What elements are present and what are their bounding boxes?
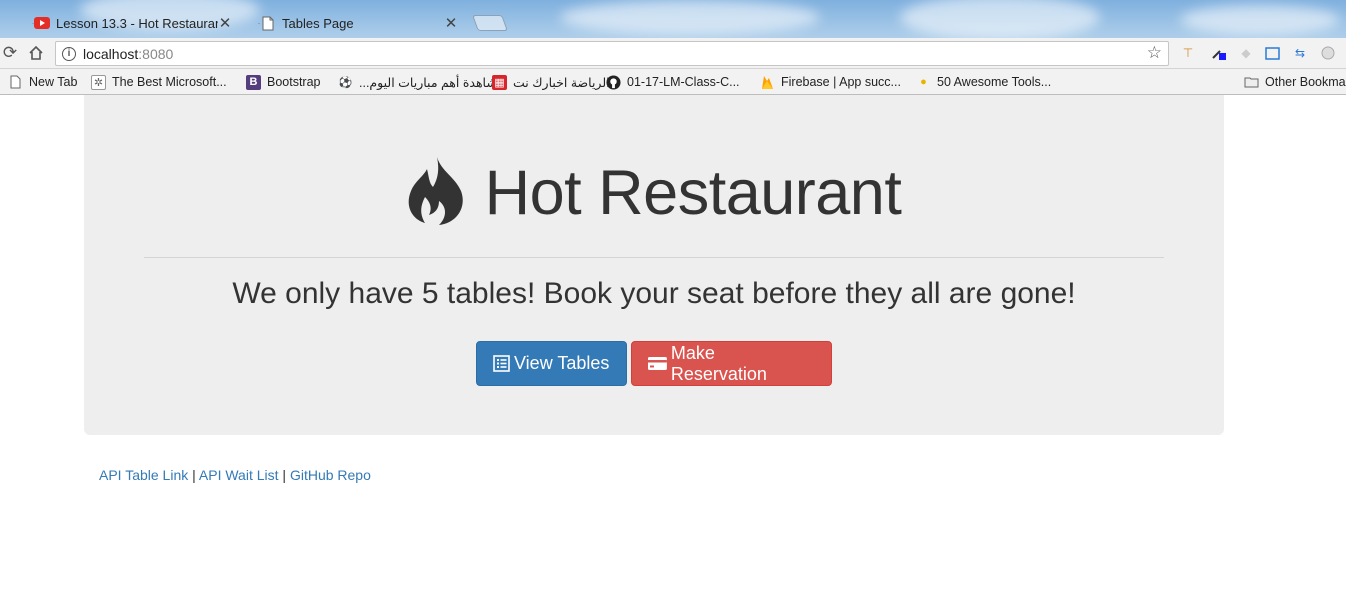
tab-tables-page[interactable]: Tables Page ✕ [238,8,468,38]
bookmark-label: 50 Awesome Tools... [937,75,1052,89]
divider [144,257,1164,258]
youtube-icon [34,15,50,31]
reload-icon[interactable]: ⟳ [0,43,20,63]
make-reservation-button[interactable]: Make Reservation [631,341,832,386]
extension-icon[interactable]: ◆ [1238,45,1254,61]
separator: | [282,467,287,483]
bookmark-label: 01-17-LM-Class-C... [627,75,740,89]
url-port: :8080 [138,45,174,62]
action-buttons: View Tables Make Reservation [476,341,832,386]
address-bar[interactable]: i localhost:8080 ☆ [55,41,1169,66]
api-table-link[interactable]: API Table Link [99,467,188,483]
bookmark-label: New Tab [29,75,78,89]
list-alt-icon [493,355,510,372]
document-icon [8,75,23,90]
view-tables-button[interactable]: View Tables [476,341,627,386]
close-icon[interactable]: ✕ [218,14,232,32]
bookmark-other-folder[interactable]: Other Bookmarks [1244,73,1346,91]
arrows-icon[interactable]: ⇆ [1292,45,1308,61]
github-icon [606,74,621,90]
home-icon[interactable] [26,43,46,63]
tab-lesson[interactable]: Lesson 13.3 - Hot Restaurant ✕ [12,8,242,38]
document-icon [260,15,276,31]
page-title: Hot Restaurant [484,158,902,228]
bookmark-label: The Best Microsoft... [112,75,227,89]
bookmark-label: مشاهدة أهم مباريات اليوم... [359,75,505,90]
bookmark-label: Firebase | App succ... [781,75,901,89]
fire-icon [407,157,465,225]
bookmark-github-class[interactable]: 01-17-LM-Class-C... [606,73,740,91]
bookmark-tools[interactable]: ● 50 Awesome Tools... [916,73,1051,91]
folder-icon [1244,75,1259,90]
url-host: localhost [83,45,139,62]
bookmark-firebase[interactable]: Firebase | App succ... [760,73,901,91]
new-tab-button[interactable] [472,15,508,31]
bookmark-star-icon[interactable]: ☆ [1147,43,1162,63]
github-repo-link[interactable]: GitHub Repo [290,467,371,483]
tab-strip: Lesson 13.3 - Hot Restaurant ✕ Tables Pa… [0,0,1346,38]
eyedropper-icon[interactable] [1210,45,1226,61]
bookmark-label: Bootstrap [267,75,321,89]
credit-card-icon [648,357,667,370]
make-reservation-label: Make Reservation [670,342,767,384]
bookmark-new-tab[interactable]: New Tab [8,73,77,91]
extension-icon[interactable]: ⊤ [1180,45,1196,61]
news-icon: ▦ [492,74,507,90]
compass-icon: ✲ [91,74,106,90]
browser-chrome: Lesson 13.3 - Hot Restaurant ✕ Tables Pa… [0,0,1346,95]
tab-title: Tables Page [282,15,354,31]
bookmark-microsoft[interactable]: ✲ The Best Microsoft... [91,73,227,91]
tab-title: Lesson 13.3 - Hot Restaurant [56,15,218,31]
tagline: We only have 5 tables! Book your seat be… [232,277,1076,310]
info-icon[interactable]: i [62,46,76,61]
jumbotron: Hot Restaurant We only have 5 tables! Bo… [84,95,1224,435]
bulb-icon: ● [920,76,927,88]
page-header: Hot Restaurant [84,157,1224,229]
separator: | [192,467,196,483]
extension-icon[interactable] [1320,45,1336,61]
bootstrap-icon: B [246,74,261,90]
view-tables-label: View Tables [514,353,610,373]
bookmark-matches[interactable]: ⚽ مشاهدة أهم مباريات اليوم... [338,73,505,91]
api-wait-list-link[interactable]: API Wait List [199,467,279,483]
bookmark-label: Other Bookmarks [1265,75,1346,89]
firebase-icon [760,75,775,90]
bookmark-label: الرياضة اخبارك نت [513,75,610,90]
bookmark-bootstrap[interactable]: B Bootstrap [246,73,321,91]
bookmarks-bar: New Tab ✲ The Best Microsoft... B Bootst… [0,69,1346,95]
footer-links: API Table Link | API Wait List | GitHub … [99,467,371,483]
player-icon: ⚽ [338,76,353,89]
browser-toolbar: ⟳ i localhost:8080 ☆ ⊤ ◆ ⇆ [0,38,1346,69]
screenshot-icon[interactable] [1264,45,1280,61]
close-icon[interactable]: ✕ [444,14,458,32]
bookmark-sports-news[interactable]: ▦ الرياضة اخبارك نت [492,73,610,91]
